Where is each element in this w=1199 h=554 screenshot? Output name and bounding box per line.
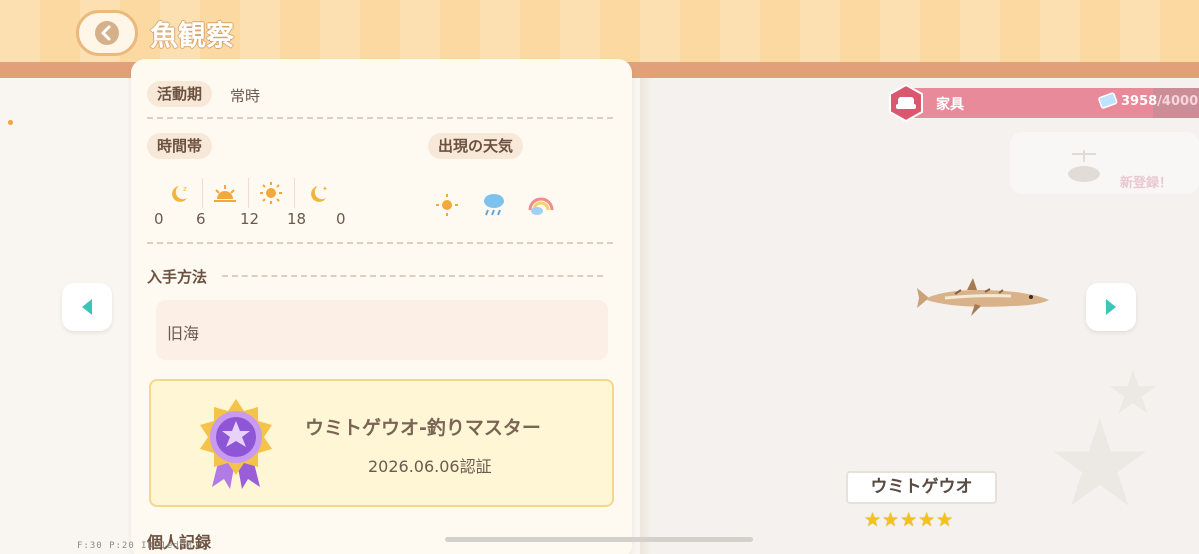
source-value: 旧海 (167, 324, 200, 343)
time-tick: 0 (336, 210, 346, 228)
orange-dot (8, 120, 13, 125)
activity-value: 常時 (230, 87, 261, 105)
source-box (156, 300, 608, 360)
triangle-left-icon (82, 299, 92, 315)
rainbow-icon (528, 197, 554, 215)
triangle-right-icon (1106, 299, 1116, 315)
debug-overlay: F:30 P:20 ID:1edyM (77, 541, 193, 551)
rarity-stars: ★★★★★ (864, 509, 955, 531)
time-tag: 時間帯 (147, 133, 213, 159)
fish-name-plate: ウミトゲウオ (846, 471, 997, 504)
page-title: 魚観察 (150, 19, 235, 52)
sun-icon (260, 182, 282, 204)
prev-fish-button[interactable] (62, 283, 112, 331)
time-separator (248, 178, 249, 208)
time-tick: 0 (154, 210, 164, 228)
next-fish-button[interactable] (1086, 283, 1136, 331)
ticket-icon (1098, 92, 1118, 109)
time-separator (202, 178, 203, 208)
time-tick: 12 (240, 210, 260, 228)
scrollbar[interactable] (445, 537, 753, 542)
weather-tag: 出現の天気 (428, 133, 524, 159)
divider (147, 117, 613, 119)
fish-image[interactable] (915, 276, 1051, 322)
time-separator (294, 178, 295, 208)
moon-icon: z (172, 185, 187, 202)
rain-icon (484, 194, 504, 216)
moon-icon: ✦ (311, 185, 328, 202)
back-button[interactable] (76, 10, 138, 56)
lamp-icon (1068, 150, 1100, 182)
book-spine (640, 78, 654, 554)
notice-text: 新登録！ (1120, 176, 1173, 191)
chevron-left-icon (95, 21, 119, 45)
furniture-count-total: /4000 (1157, 94, 1199, 109)
svg-text:z: z (183, 185, 187, 193)
activity-tag: 活動期 (147, 81, 213, 107)
time-tick: 18 (287, 210, 307, 228)
medal-date: 2026.06.06認証 (368, 457, 492, 476)
medal-icon (200, 399, 272, 489)
divider (222, 275, 603, 277)
sunrise-icon (214, 185, 236, 202)
svg-text:✦: ✦ (322, 185, 328, 193)
background-star-icon: ★ (1046, 395, 1154, 534)
furniture-count-value: 3958 (1121, 94, 1158, 109)
sun-icon (436, 194, 458, 216)
divider (147, 242, 613, 244)
time-tick: 6 (196, 210, 206, 228)
medal-title: ウミトゲウオ-釣りマスター (305, 417, 541, 439)
furniture-count: 3958/4000 (1121, 94, 1198, 109)
furniture-icon (889, 84, 923, 122)
source-label: 入手方法 (147, 268, 208, 286)
furniture-label: 家具 (936, 97, 964, 113)
